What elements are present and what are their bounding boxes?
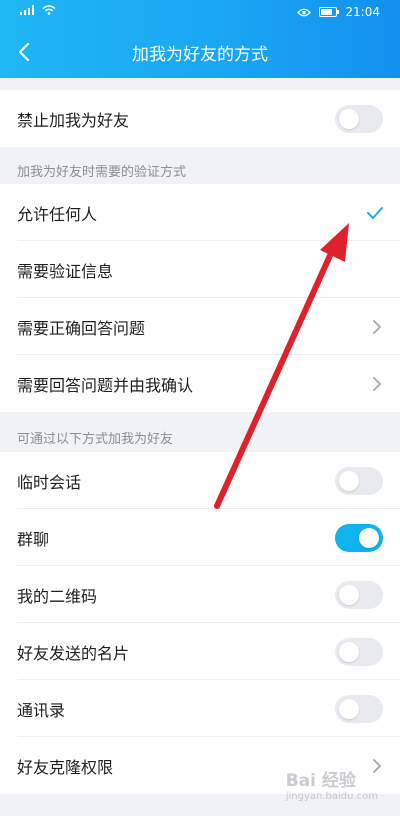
way-label: 通讯录	[17, 700, 66, 720]
status-left	[20, 5, 56, 15]
block-add-friend-toggle[interactable]	[335, 104, 383, 133]
verify-option-label: 需要验证信息	[17, 261, 114, 281]
status-bar: 21:04	[0, 0, 400, 26]
qrcode-toggle[interactable]	[335, 580, 383, 609]
page-title: 加我为好友的方式	[132, 45, 268, 65]
verify-option-label: 需要正确回答问题	[17, 318, 146, 338]
toggle-knob	[339, 470, 359, 491]
contacts-toggle[interactable]	[335, 694, 383, 723]
way-card-row[interactable]: 好友发送的名片	[0, 623, 400, 680]
status-time: 21:04	[345, 5, 380, 19]
status-right: 21:04	[297, 5, 380, 19]
toggle-knob	[359, 527, 379, 548]
battery-icon	[319, 7, 340, 17]
verify-option-answer-confirm[interactable]: 需要回答问题并由我确认	[0, 355, 400, 412]
signal-icon	[20, 5, 34, 15]
wifi-icon	[42, 5, 56, 15]
verify-section-label: 加我为好友时需要的验证方式	[17, 165, 187, 180]
way-label: 好友克隆权限	[17, 757, 114, 777]
way-temp-chat-row[interactable]: 临时会话	[0, 452, 400, 509]
watermark-url: jingyan.baidu.com	[285, 791, 378, 802]
verify-option-message[interactable]: 需要验证信息	[0, 241, 400, 298]
way-group-chat-row[interactable]: 群聊	[0, 509, 400, 566]
verify-option-label: 允许任何人	[17, 204, 98, 224]
way-qrcode-row[interactable]: 我的二维码	[0, 566, 400, 623]
verify-option-label: 需要回答问题并由我确认	[17, 375, 194, 395]
navbar: 加我为好友的方式	[0, 26, 400, 78]
way-label: 临时会话	[17, 472, 82, 492]
way-label: 群聊	[17, 529, 50, 549]
toggle-knob	[339, 641, 359, 662]
block-add-friend-row[interactable]: 禁止加我为好友	[0, 90, 400, 147]
toggle-knob	[339, 108, 359, 129]
toggle-knob	[339, 584, 359, 605]
verify-option-anyone[interactable]: 允许任何人	[0, 184, 400, 241]
way-contacts-row[interactable]: 通讯录	[0, 680, 400, 737]
chevron-right-icon	[373, 376, 381, 391]
ways-section-label: 可通过以下方式加我为好友	[17, 432, 174, 447]
block-add-friend-label: 禁止加我为好友	[17, 110, 130, 130]
way-label: 我的二维码	[17, 586, 98, 606]
card-toggle[interactable]	[335, 637, 383, 666]
temp-chat-toggle[interactable]	[335, 466, 383, 495]
toggle-knob	[339, 698, 359, 719]
way-label: 好友发送的名片	[17, 643, 130, 663]
chevron-right-icon	[373, 319, 381, 334]
header: 21:04 加我为好友的方式	[0, 0, 400, 78]
checkmark-icon	[367, 206, 383, 219]
watermark-logo: Bai 经验 jingyan.baidu.com	[286, 766, 378, 802]
group-chat-toggle[interactable]	[335, 523, 383, 552]
verify-option-answer[interactable]: 需要正确回答问题	[0, 298, 400, 355]
watermark-brand: Bai 经验	[285, 771, 356, 791]
eye-icon	[297, 8, 312, 16]
